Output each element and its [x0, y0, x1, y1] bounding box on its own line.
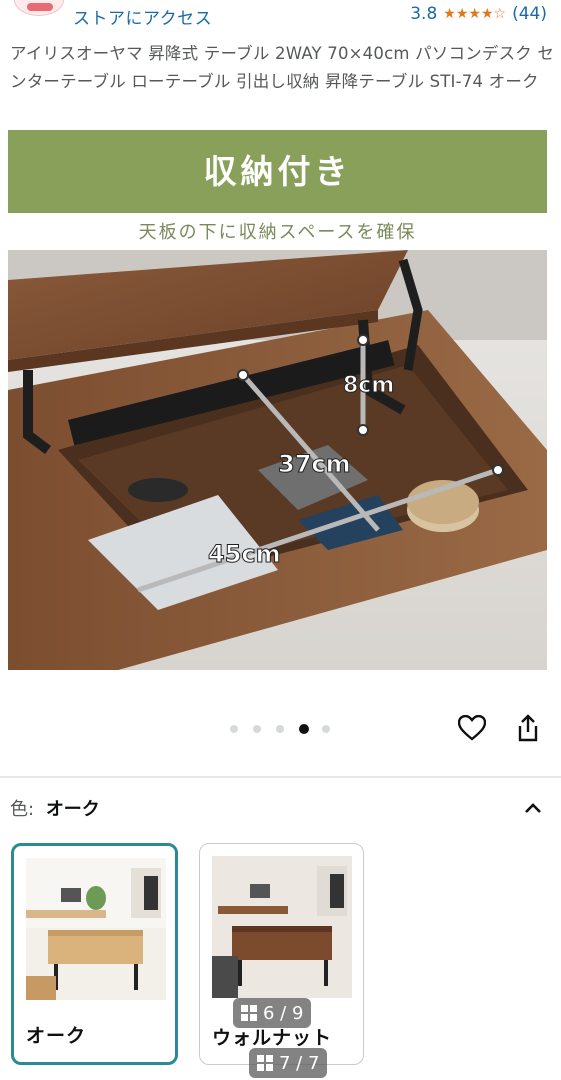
color-option-name: オーク [26, 1025, 87, 1047]
store-row: ストアにアクセス 3.8 ★★★★☆ (44) [0, 0, 561, 32]
carousel-dot[interactable] [253, 725, 261, 733]
chevron-up-icon[interactable] [522, 797, 544, 819]
review-count: (44) [512, 4, 547, 24]
product-image[interactable]: 収納付き 天板の下に収納スペースを確保 8cm 37cm 45cm [8, 130, 547, 670]
color-option-walnut[interactable]: ウォルナット [199, 843, 364, 1065]
favorite-button[interactable] [456, 712, 488, 744]
star-icon: ★ [455, 6, 469, 22]
share-icon [518, 714, 538, 742]
carousel-dot[interactable] [276, 725, 284, 733]
oak-table-thumbnail [26, 858, 166, 1000]
image-counter-text: 7 / 7 [279, 1052, 320, 1074]
rating-value: 3.8 [410, 4, 438, 24]
star-icon: ★ [468, 6, 481, 22]
gallery-grid-icon [241, 1005, 257, 1021]
star-icon: ★ [443, 6, 456, 22]
image-counter: 7 / 7 [249, 1048, 328, 1078]
gallery-grid-icon [257, 1055, 273, 1071]
carousel-dot[interactable] [299, 724, 309, 734]
star-icon: ★ [480, 6, 494, 22]
color-selector-header[interactable]: 色: オーク [10, 795, 550, 825]
brand-logo[interactable] [14, 0, 64, 16]
height-dimension-label: 8cm [343, 373, 394, 398]
depth-dimension-label: 37cm [278, 450, 351, 478]
image-counter: 6 / 9 [233, 998, 312, 1028]
color-value: オーク [45, 799, 100, 820]
section-divider [0, 776, 561, 778]
image-counter-text: 6 / 9 [263, 1002, 304, 1024]
rating[interactable]: 3.8 ★★★★☆ (44) [410, 4, 547, 24]
table-photo: 8cm 37cm 45cm [8, 250, 547, 670]
carousel-dot[interactable] [322, 725, 330, 733]
star-rating: ★★★★☆ [443, 6, 506, 22]
star-empty-icon: ☆ [493, 6, 507, 22]
hero-banner: 収納付き [8, 130, 547, 213]
carousel-dot[interactable] [230, 725, 238, 733]
color-option-oak[interactable]: オーク [11, 843, 178, 1065]
width-dimension-label: 45cm [208, 540, 281, 568]
color-label: 色: [10, 799, 35, 820]
heart-icon [458, 715, 486, 741]
share-button[interactable] [512, 712, 544, 744]
store-link[interactable]: ストアにアクセス [73, 4, 212, 29]
walnut-table-thumbnail [212, 856, 352, 998]
product-title: アイリスオーヤマ 昇降式 テーブル 2WAY 70×40cm パソコンデスク セ… [10, 44, 555, 91]
hero-caption: 天板の下に収納スペースを確保 [138, 222, 417, 243]
